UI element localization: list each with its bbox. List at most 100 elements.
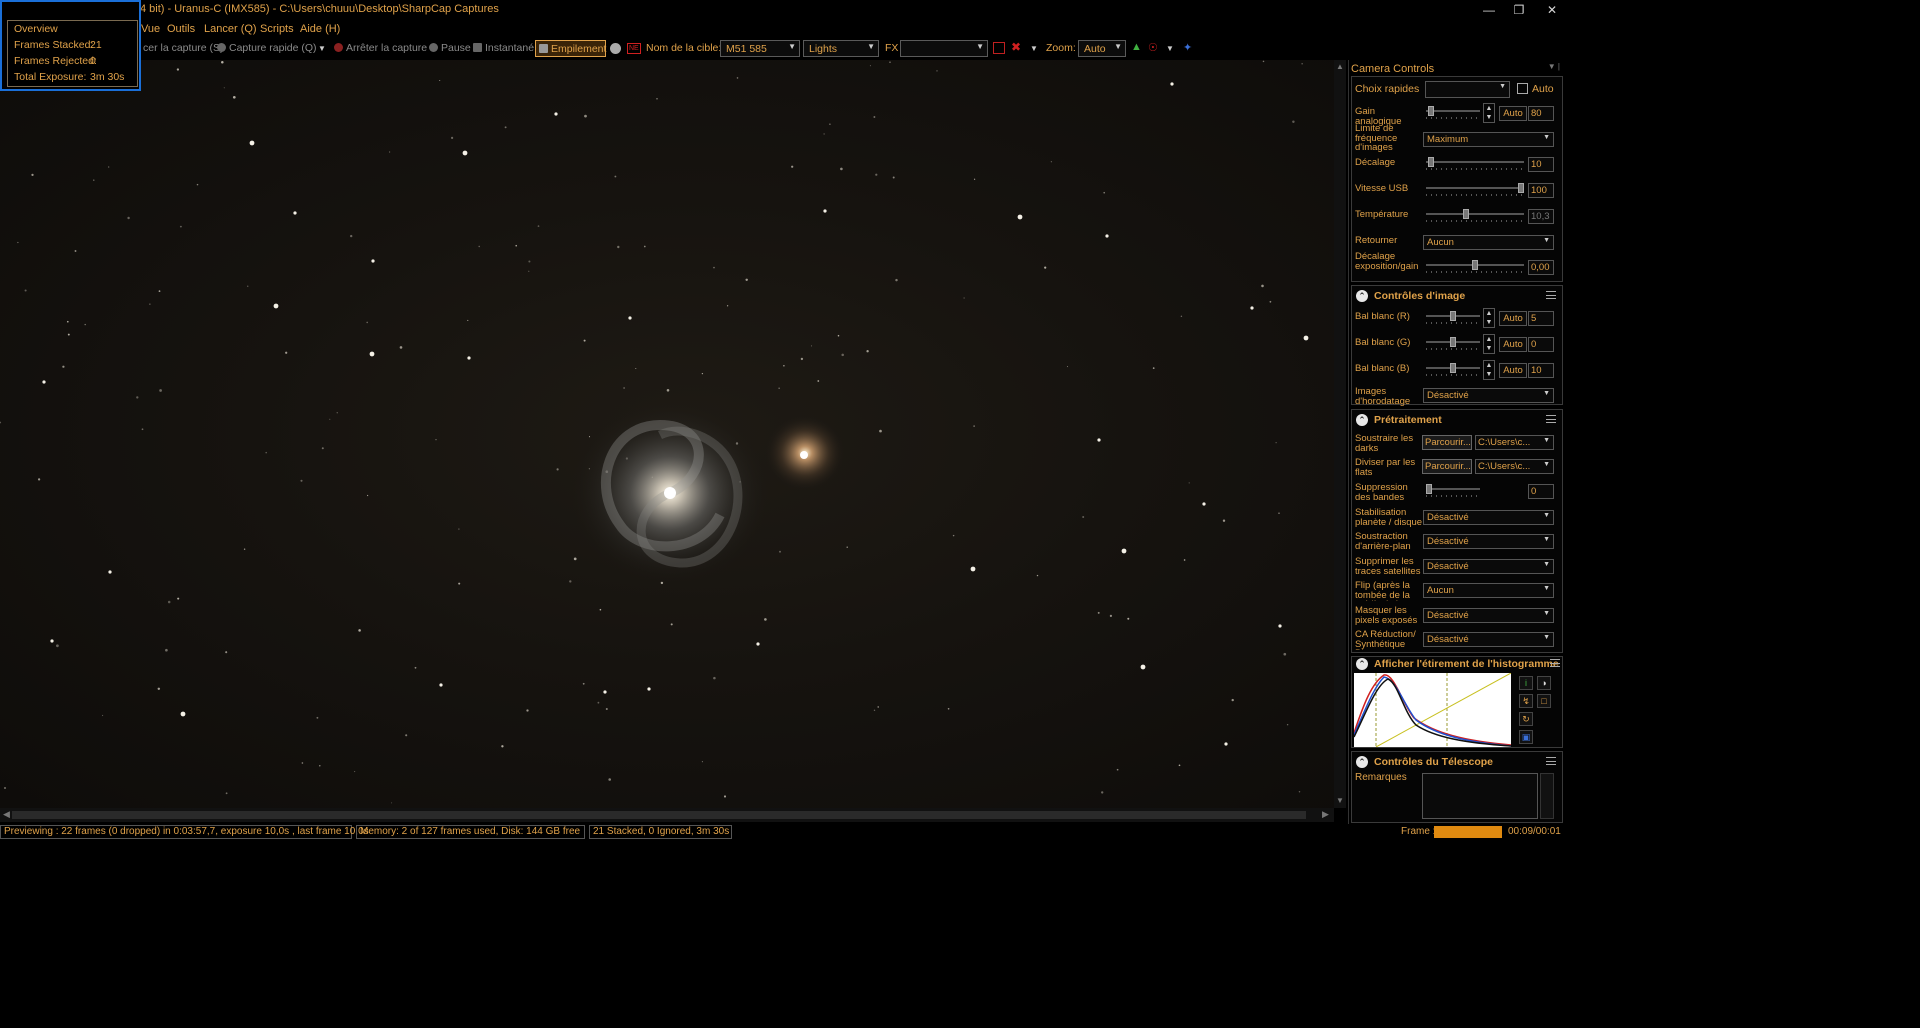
collapse-icon[interactable]: ⌃ bbox=[1356, 290, 1368, 302]
reset-icon[interactable]: ↻ bbox=[1519, 712, 1533, 726]
horizontal-scrollbar[interactable]: ◀ ▶ bbox=[0, 808, 1334, 822]
scroll-thumb[interactable] bbox=[12, 811, 1306, 819]
step-up-icon[interactable]: ▲ bbox=[1484, 309, 1494, 318]
value-stepper[interactable]: ▲ ▼ bbox=[1483, 360, 1495, 380]
histogram-chart[interactable] bbox=[1354, 673, 1511, 747]
step-up-icon[interactable]: ▲ bbox=[1484, 104, 1494, 113]
telescope-header[interactable]: ⌃ Contrôles du Télescope bbox=[1352, 752, 1562, 772]
auto-button[interactable]: Auto bbox=[1499, 363, 1527, 378]
menu-help[interactable]: Aide (H) bbox=[300, 23, 340, 35]
step-down-icon[interactable]: ▼ bbox=[1484, 318, 1494, 327]
close-icon[interactable]: ✕ bbox=[1541, 2, 1563, 18]
slider-knob[interactable] bbox=[1472, 260, 1478, 270]
white-balance-slider[interactable] bbox=[1426, 363, 1480, 377]
camera-control-slider[interactable] bbox=[1426, 183, 1524, 197]
slider-knob[interactable] bbox=[1428, 106, 1434, 116]
quick-capture-dropdown-icon[interactable]: ▼ bbox=[318, 44, 326, 53]
banding-value[interactable]: 0 bbox=[1528, 484, 1554, 499]
white-balance-value[interactable]: 5 bbox=[1528, 311, 1554, 326]
white-balance-value[interactable]: 0 bbox=[1528, 337, 1554, 352]
value-stepper[interactable]: ▲ ▼ bbox=[1483, 308, 1495, 328]
camera-control-slider[interactable] bbox=[1426, 106, 1480, 120]
auto-button[interactable]: Auto bbox=[1499, 106, 1527, 121]
slider-knob[interactable] bbox=[1450, 337, 1456, 347]
slider-knob[interactable] bbox=[1463, 209, 1469, 219]
focus-icon[interactable]: ☉ bbox=[1148, 41, 1158, 54]
white-balance-slider[interactable] bbox=[1426, 311, 1480, 325]
slider-knob[interactable] bbox=[1450, 311, 1456, 321]
collapse-icon[interactable]: ⌃ bbox=[1356, 658, 1368, 670]
scroll-up-icon[interactable]: ▲ bbox=[1336, 62, 1344, 71]
remarks-textarea[interactable] bbox=[1422, 773, 1538, 819]
stop-capture-button[interactable]: Arrêter la capture bbox=[334, 42, 427, 54]
quick-capture-button[interactable]: Capture rapide (Q) bbox=[217, 42, 317, 54]
remarks-scrollbar[interactable] bbox=[1540, 773, 1554, 819]
restore-icon[interactable]: ❐ bbox=[1508, 2, 1530, 18]
auto-button[interactable]: Auto bbox=[1499, 337, 1527, 352]
slider-knob[interactable] bbox=[1450, 363, 1456, 373]
frame-type-select[interactable]: Lights ▼ bbox=[803, 40, 879, 57]
fx-select[interactable]: ▼ bbox=[900, 40, 988, 57]
timestamp-select[interactable]: Désactivé ▼ bbox=[1423, 388, 1554, 403]
pause-button[interactable]: Pause bbox=[429, 42, 471, 54]
reticle-dropdown-icon[interactable]: ▼ bbox=[1030, 44, 1038, 53]
preprocessing-select[interactable]: Désactivé ▼ bbox=[1423, 559, 1554, 574]
flats-path-select[interactable]: C:\Users\c... ▼ bbox=[1475, 459, 1554, 474]
slider-knob[interactable] bbox=[1428, 157, 1434, 167]
collapse-icon[interactable]: ⌃ bbox=[1356, 756, 1368, 768]
image-viewport[interactable] bbox=[0, 60, 1334, 808]
value-stepper[interactable]: ▲ ▼ bbox=[1483, 103, 1495, 123]
reticle-icon[interactable]: ✖ bbox=[1011, 40, 1021, 54]
section-menu-icon[interactable] bbox=[1546, 291, 1556, 299]
camera-control-value[interactable]: 100 bbox=[1528, 183, 1554, 198]
menu-tools[interactable]: Outils bbox=[167, 23, 195, 35]
scroll-right-icon[interactable]: ▶ bbox=[1322, 809, 1329, 820]
section-menu-icon[interactable] bbox=[1546, 757, 1556, 765]
step-down-icon[interactable]: ▼ bbox=[1484, 344, 1494, 353]
camera-control-value[interactable]: 10,3 bbox=[1528, 209, 1554, 224]
info-icon[interactable]: i bbox=[1519, 676, 1533, 690]
histogram-icon[interactable]: ▲ bbox=[1131, 41, 1142, 53]
contrast-icon[interactable]: ◑ bbox=[1537, 676, 1551, 690]
section-menu-icon[interactable] bbox=[1546, 415, 1556, 423]
minimize-icon[interactable]: — bbox=[1478, 2, 1500, 18]
step-up-icon[interactable]: ▲ bbox=[1484, 361, 1494, 370]
flats-browse-button[interactable]: Parcourir... bbox=[1422, 459, 1472, 474]
camera-control-value[interactable]: 0,00 bbox=[1528, 260, 1554, 275]
snapshot-button[interactable]: Instantané bbox=[473, 42, 534, 54]
slider-knob[interactable] bbox=[1518, 183, 1524, 193]
section-menu-icon[interactable] bbox=[1550, 659, 1560, 667]
darks-path-select[interactable]: C:\Users\c... ▼ bbox=[1475, 435, 1554, 450]
camera-control-slider[interactable] bbox=[1426, 209, 1524, 223]
white-balance-slider[interactable] bbox=[1426, 337, 1480, 351]
vertical-scrollbar[interactable]: ▲ ▼ bbox=[1334, 60, 1346, 808]
stacking-button[interactable]: Empilement bbox=[535, 40, 606, 57]
menu-capture[interactable]: Lancer (Q) bbox=[204, 23, 257, 35]
step-down-icon[interactable]: ▼ bbox=[1484, 370, 1494, 379]
camera-control-select[interactable]: Maximum ▼ bbox=[1423, 132, 1554, 147]
auto-button[interactable]: Auto bbox=[1499, 311, 1527, 326]
camera-control-slider[interactable] bbox=[1426, 260, 1524, 274]
camera-control-slider[interactable] bbox=[1426, 157, 1524, 171]
banding-slider[interactable] bbox=[1426, 484, 1480, 498]
target-name-input[interactable]: M51 585 ▼ bbox=[720, 40, 800, 57]
tool-icon[interactable]: ✦ bbox=[1183, 41, 1192, 54]
preprocessing-select[interactable]: Désactivé ▼ bbox=[1423, 534, 1554, 549]
lightning-icon[interactable]: ↯ bbox=[1519, 694, 1533, 708]
white-balance-value[interactable]: 10 bbox=[1528, 363, 1554, 378]
quick-choice-select[interactable]: ▼ bbox=[1425, 81, 1510, 98]
menu-scripts[interactable]: Scripts bbox=[260, 23, 294, 35]
scroll-left-icon[interactable]: ◀ bbox=[3, 809, 10, 820]
save-icon[interactable]: ▣ bbox=[1519, 730, 1533, 744]
selection-area-icon[interactable] bbox=[993, 42, 1005, 54]
camera-control-value[interactable]: 80 bbox=[1528, 106, 1554, 121]
panel-pin-icon[interactable]: ▼ | bbox=[1548, 62, 1560, 71]
step-up-icon[interactable]: ▲ bbox=[1484, 335, 1494, 344]
preprocessing-header[interactable]: ⌃ Prétraitement bbox=[1352, 410, 1562, 430]
preprocessing-select[interactable]: Désactivé ▼ bbox=[1423, 608, 1554, 623]
scroll-down-icon[interactable]: ▼ bbox=[1336, 796, 1344, 805]
auto-checkbox[interactable] bbox=[1517, 83, 1528, 94]
collapse-icon[interactable]: ⌃ bbox=[1356, 414, 1368, 426]
step-down-icon[interactable]: ▼ bbox=[1484, 113, 1494, 122]
preprocessing-select[interactable]: Désactivé ▼ bbox=[1423, 510, 1554, 525]
